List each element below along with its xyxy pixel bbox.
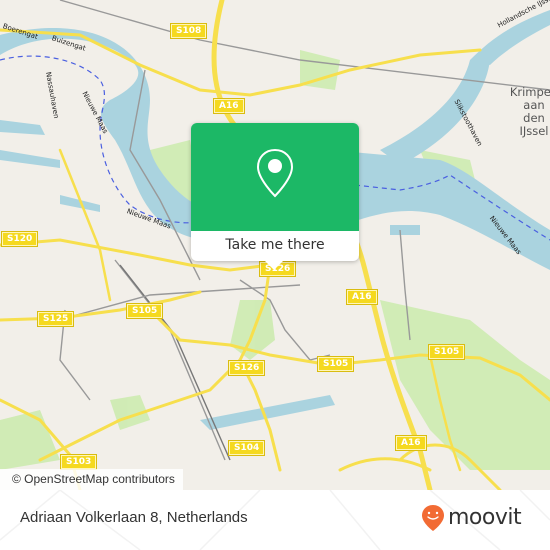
take-me-there-button[interactable]: Take me there: [191, 231, 359, 261]
moovit-wordmark: moovit: [448, 505, 522, 530]
road-shield-a16: A16: [396, 436, 426, 450]
footer: Adriaan Volkerlaan 8, Netherlands moovit: [0, 490, 550, 550]
road-shield-s120: S120: [2, 232, 38, 246]
place-label-krimpen: Krimpen aan den IJssel: [504, 86, 550, 138]
moovit-pin-icon: [422, 505, 444, 531]
map-attribution[interactable]: © OpenStreetMap contributors: [0, 469, 183, 490]
map[interactable]: Boerengat Buizengat Nassauhaven Nieuwe M…: [0, 0, 550, 490]
popup-pointer: [265, 261, 283, 270]
road-shield-s105: S105: [127, 304, 163, 318]
address-text: Adriaan Volkerlaan 8, Netherlands: [20, 509, 248, 526]
location-popup: Take me there: [191, 123, 359, 270]
road-shield-s125: S125: [38, 312, 74, 326]
road-shield-a16: A16: [347, 290, 377, 304]
road-shield-a16: A16: [214, 99, 244, 113]
place-line: IJssel: [519, 124, 549, 138]
road-shield-s126: S126: [229, 361, 265, 375]
road-shield-s103: S103: [61, 455, 97, 469]
road-shield-s104: S104: [229, 441, 265, 455]
map-pin-icon: [256, 148, 294, 198]
popup-header: [191, 123, 359, 231]
road-shield-s105: S105: [429, 345, 465, 359]
moovit-logo[interactable]: moovit: [421, 503, 522, 533]
road-shield-s108: S108: [171, 24, 207, 38]
road-shield-s105: S105: [318, 357, 354, 371]
